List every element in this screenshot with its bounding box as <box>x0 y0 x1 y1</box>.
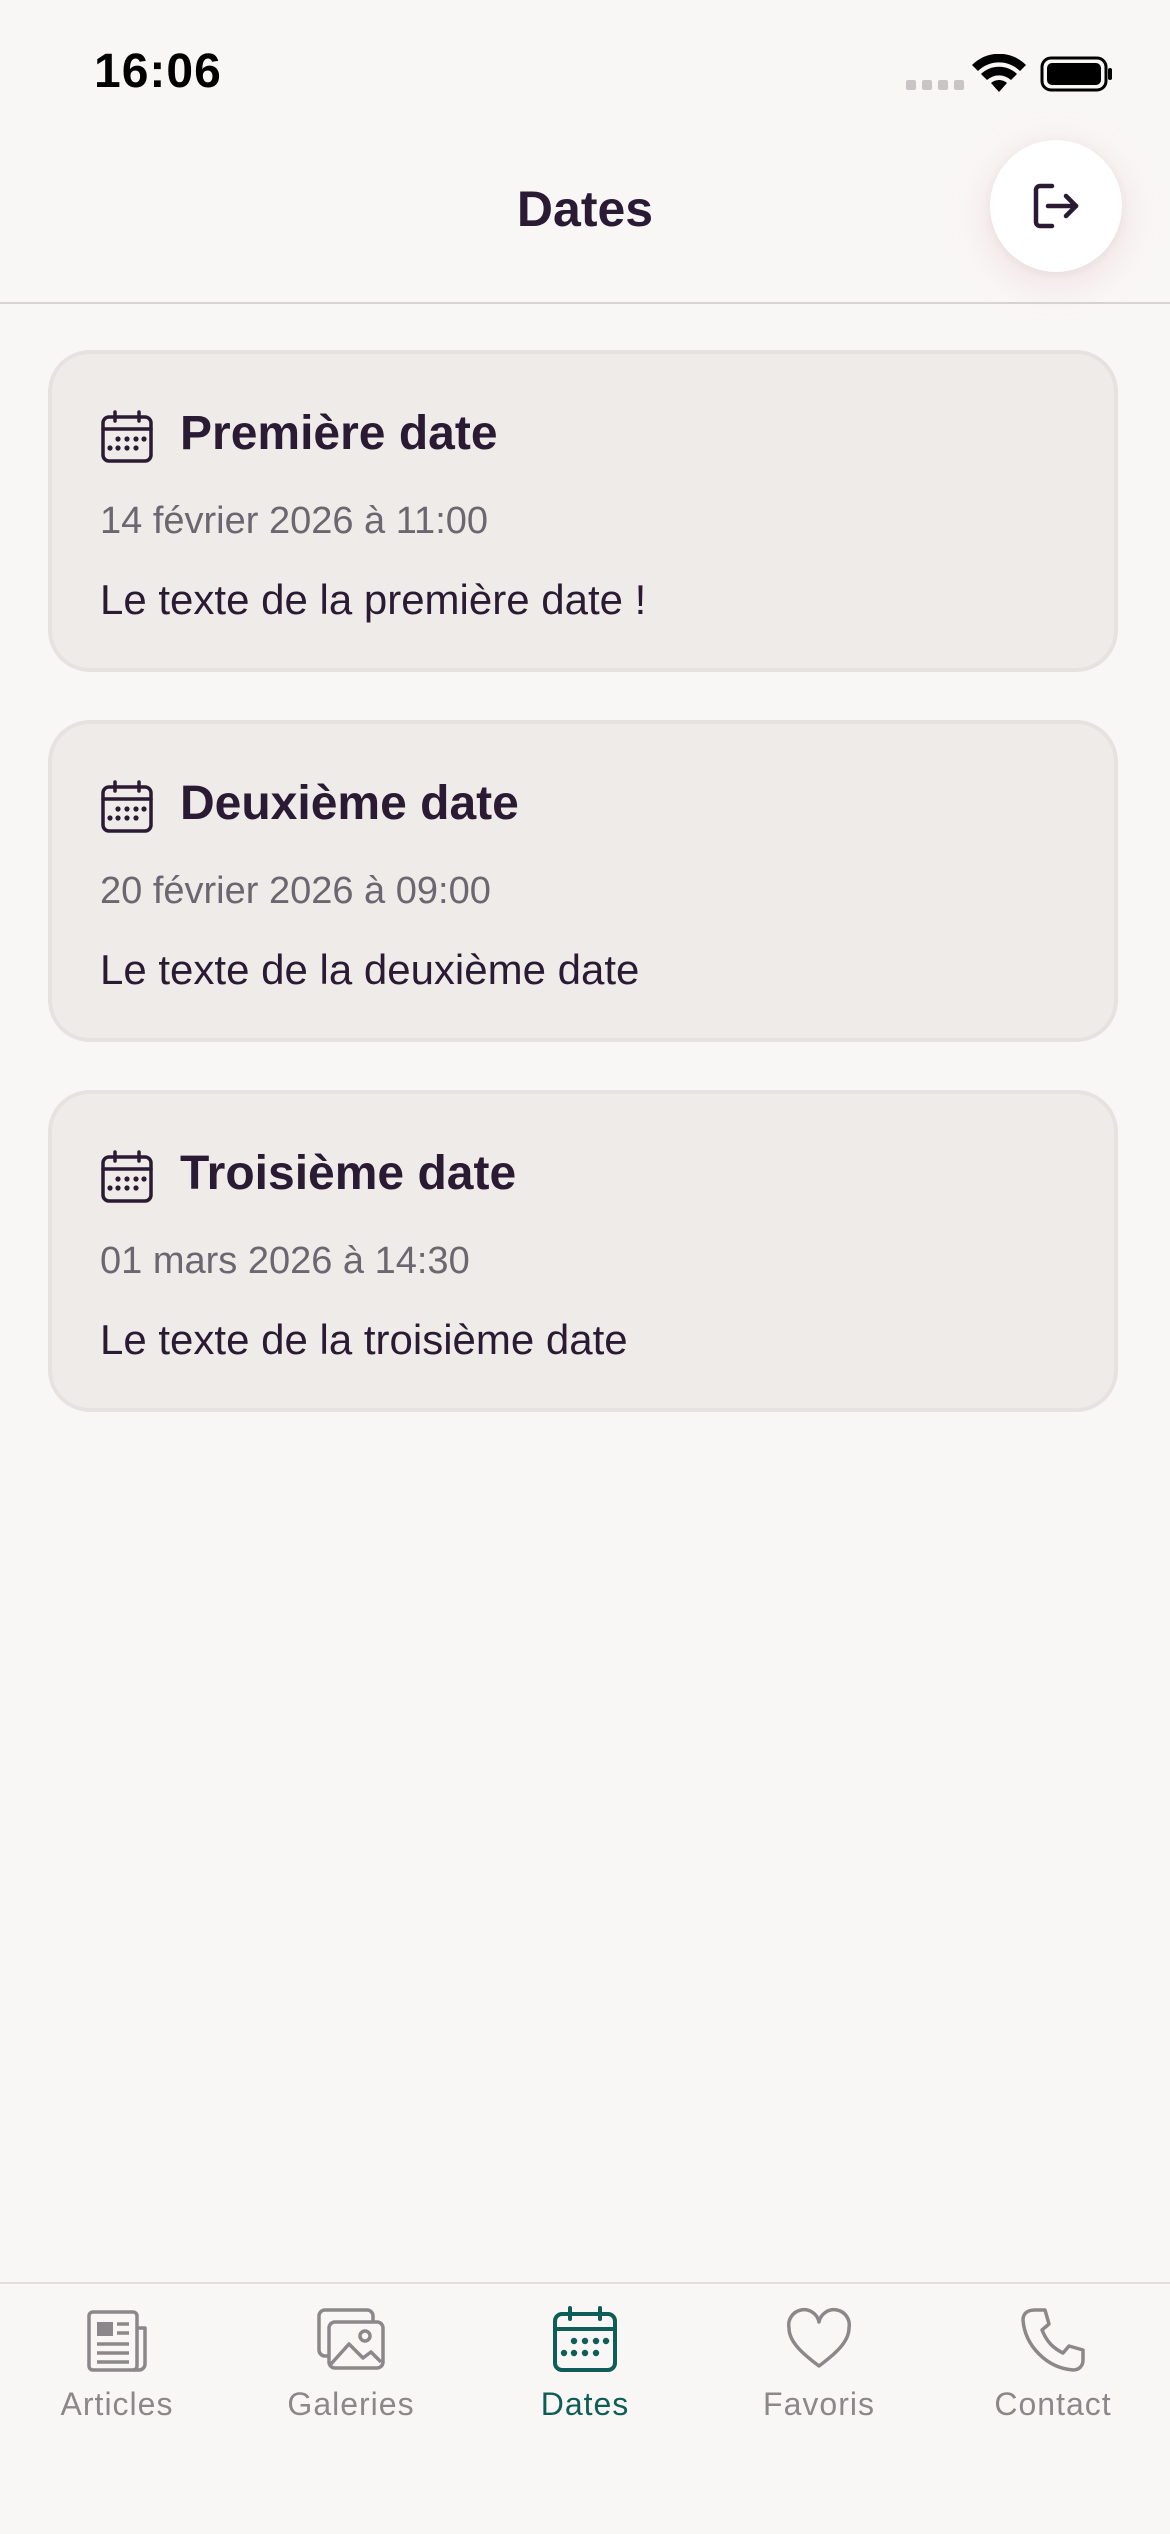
cellular-signal-icon <box>906 80 964 90</box>
heart-icon <box>786 2308 852 2368</box>
date-card[interactable]: Deuxième date 20 février 2026 à 09:00 Le… <box>48 720 1118 1042</box>
status-time: 16:06 <box>94 45 222 98</box>
tab-label: Articles <box>60 2386 174 2422</box>
tab-label: Galeries <box>287 2386 415 2422</box>
date-datetime: 14 février 2026 à 11:00 <box>100 500 489 542</box>
nav-header: Dates <box>0 140 1170 304</box>
date-title: Deuxième date <box>180 777 519 830</box>
date-title: Première date <box>180 407 498 460</box>
images-icon <box>317 2308 385 2370</box>
tab-articles[interactable]: Articles <box>0 2304 234 2444</box>
date-description: Le texte de la troisième date <box>100 1316 628 1363</box>
date-card[interactable]: Première date 14 février 2026 à 11:00 Le… <box>48 350 1118 672</box>
tab-contact[interactable]: Contact <box>936 2304 1170 2444</box>
date-datetime: 20 février 2026 à 09:00 <box>100 870 491 912</box>
tab-bar: Articles Galeries Dates Favoris Contact <box>0 2282 1170 2534</box>
tab-label: Contact <box>994 2386 1112 2422</box>
date-description: Le texte de la première date ! <box>100 576 647 623</box>
calendar-icon <box>553 2306 617 2372</box>
newspaper-icon <box>87 2310 147 2372</box>
calendar-icon <box>101 410 153 463</box>
tab-label: Dates <box>540 2386 630 2422</box>
logout-icon <box>1033 183 1079 229</box>
tab-dates[interactable]: Dates <box>468 2304 702 2444</box>
calendar-icon <box>101 780 153 833</box>
date-card[interactable]: Troisième date 01 mars 2026 à 14:30 Le t… <box>48 1090 1118 1412</box>
status-bar: 16:06 <box>0 0 1170 140</box>
wifi-icon <box>972 54 1026 92</box>
logout-button[interactable] <box>990 140 1122 272</box>
calendar-icon <box>101 1150 153 1203</box>
date-datetime: 01 mars 2026 à 14:30 <box>100 1240 470 1282</box>
tab-favoris[interactable]: Favoris <box>702 2304 936 2444</box>
date-description: Le texte de la deuxième date <box>100 946 640 993</box>
tab-label: Favoris <box>763 2386 875 2422</box>
date-title: Troisième date <box>180 1147 517 1200</box>
phone-icon <box>1021 2308 1085 2372</box>
tab-galeries[interactable]: Galeries <box>234 2304 468 2444</box>
battery-icon <box>1040 56 1112 92</box>
